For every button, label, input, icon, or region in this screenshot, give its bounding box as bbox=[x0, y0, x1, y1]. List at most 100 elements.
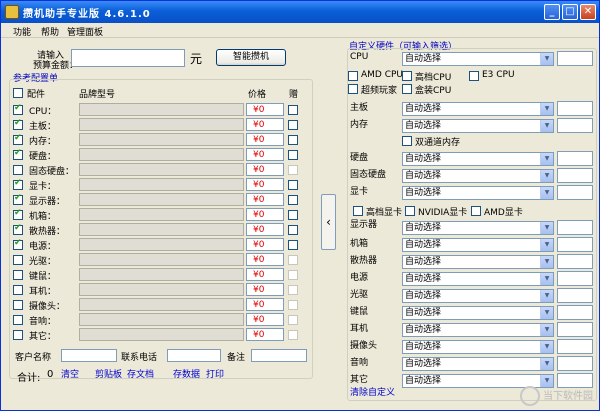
ref-row-checkbox[interactable] bbox=[13, 178, 23, 190]
ref-row-checkbox[interactable] bbox=[13, 133, 23, 145]
boxed-cpu-label: 盒装CPU bbox=[415, 86, 452, 96]
high-cpu-checkbox[interactable] bbox=[402, 71, 412, 81]
ref-row-gift-checkbox[interactable] bbox=[288, 180, 298, 190]
custom-hw-select[interactable]: 自动选择 ▼ bbox=[402, 238, 554, 252]
ref-row-gift-checkbox[interactable] bbox=[288, 270, 298, 280]
customer-name-input[interactable] bbox=[61, 349, 117, 362]
ref-row-checkbox[interactable] bbox=[13, 118, 23, 130]
ref-row-label: 显示器： bbox=[29, 197, 66, 207]
custom-hw-qty[interactable] bbox=[557, 271, 593, 286]
print-link[interactable]: 打印 bbox=[206, 367, 224, 380]
gpu-select[interactable]: 自动选择 ▼ bbox=[402, 186, 554, 200]
ref-row-price: ¥0 bbox=[246, 208, 284, 221]
ssd-select[interactable]: 自动选择 ▼ bbox=[402, 169, 554, 183]
high-gpu-checkbox[interactable] bbox=[353, 206, 363, 216]
mem-select[interactable]: 自动选择 ▼ bbox=[402, 119, 554, 133]
custom-hw-qty[interactable] bbox=[557, 339, 593, 354]
ref-row-gift-checkbox[interactable] bbox=[288, 255, 298, 265]
ref-row-brand bbox=[79, 208, 244, 221]
maximize-button[interactable]: □ bbox=[562, 4, 578, 20]
amd-gpu-checkbox[interactable] bbox=[471, 206, 481, 216]
custom-hw-select[interactable]: 自动选择 ▼ bbox=[402, 289, 554, 303]
collapse-pane-button[interactable]: ‹ bbox=[321, 194, 336, 250]
ref-row-gift-checkbox[interactable] bbox=[288, 330, 298, 340]
custom-hw-select[interactable]: 自动选择 ▼ bbox=[402, 306, 554, 320]
custom-hw-qty[interactable] bbox=[557, 220, 593, 235]
ref-row-gift-checkbox[interactable] bbox=[288, 240, 298, 250]
custom-hw-select[interactable]: 自动选择 ▼ bbox=[402, 221, 554, 235]
ref-row-gift-checkbox[interactable] bbox=[288, 225, 298, 235]
clear-custom-link[interactable]: 清除自定义 bbox=[350, 385, 395, 398]
cpu-select[interactable]: 自动选择 ▼ bbox=[402, 52, 554, 66]
custom-hw-qty[interactable] bbox=[557, 254, 593, 269]
custom-hw-qty[interactable] bbox=[557, 322, 593, 337]
smart-build-button[interactable]: 智能攒机 bbox=[216, 49, 286, 66]
custom-hw-qty[interactable] bbox=[557, 356, 593, 371]
dual-channel-checkbox[interactable] bbox=[402, 136, 412, 146]
custom-hw-select[interactable]: 自动选择 ▼ bbox=[402, 255, 554, 269]
ref-row-checkbox[interactable] bbox=[13, 315, 23, 325]
ref-row-checkbox[interactable] bbox=[13, 223, 23, 235]
ref-row-checkbox[interactable] bbox=[13, 330, 23, 340]
custom-hw-qty[interactable] bbox=[557, 305, 593, 320]
clipboard-link[interactable]: 剪贴板 bbox=[95, 367, 122, 380]
dropdown-arrow-icon: ▼ bbox=[540, 273, 553, 285]
ref-row-checkbox[interactable] bbox=[13, 165, 23, 175]
mb-qty[interactable] bbox=[557, 101, 593, 116]
ref-row-checkbox[interactable] bbox=[13, 285, 23, 295]
ref-row-price: ¥0 bbox=[246, 223, 284, 236]
save-doc-link[interactable]: 存文档 bbox=[127, 367, 154, 380]
select-all-checkbox[interactable] bbox=[13, 88, 23, 98]
ref-row-gift-checkbox[interactable] bbox=[288, 285, 298, 295]
custom-hw-select[interactable]: 自动选择 ▼ bbox=[402, 357, 554, 371]
menu-admin-panel[interactable]: 管理面板 bbox=[67, 25, 103, 38]
ref-row-gift-checkbox[interactable] bbox=[288, 120, 298, 130]
cpu-label: CPU bbox=[350, 52, 369, 62]
close-button[interactable]: ✕ bbox=[580, 4, 596, 20]
ref-row-gift-checkbox[interactable] bbox=[288, 195, 298, 205]
ref-row-checkbox[interactable] bbox=[13, 193, 23, 205]
ref-row-checkbox[interactable] bbox=[13, 238, 23, 250]
save-data-link[interactable]: 存数据 bbox=[173, 367, 200, 380]
amd-cpu-checkbox[interactable] bbox=[348, 71, 358, 81]
menu-help[interactable]: 帮助 bbox=[41, 25, 59, 38]
menu-function[interactable]: 功能 bbox=[13, 25, 31, 38]
note-input[interactable] bbox=[251, 349, 307, 362]
custom-hw-qty[interactable] bbox=[557, 288, 593, 303]
ref-row-brand bbox=[79, 223, 244, 236]
phone-input[interactable] bbox=[167, 349, 221, 362]
e3-cpu-checkbox[interactable] bbox=[469, 71, 479, 81]
custom-hw-select[interactable]: 自动选择 ▼ bbox=[402, 272, 554, 286]
ref-row-checkbox[interactable] bbox=[13, 103, 23, 115]
boxed-cpu-checkbox[interactable] bbox=[402, 84, 412, 94]
ref-row-checkbox[interactable] bbox=[13, 148, 23, 160]
nvidia-gpu-checkbox[interactable] bbox=[405, 206, 415, 216]
ref-row-checkbox[interactable] bbox=[13, 300, 23, 310]
ref-row-checkbox[interactable] bbox=[13, 270, 23, 280]
ref-row-gift-checkbox[interactable] bbox=[288, 150, 298, 160]
clear-link[interactable]: 清空 bbox=[61, 367, 79, 380]
custom-hw-qty[interactable] bbox=[557, 237, 593, 252]
budget-input[interactable] bbox=[71, 49, 185, 67]
ref-row-gift-checkbox[interactable] bbox=[288, 165, 298, 175]
ref-row-checkbox[interactable] bbox=[13, 208, 23, 220]
ref-row-gift-checkbox[interactable] bbox=[288, 105, 298, 115]
ssd-qty[interactable] bbox=[557, 168, 593, 183]
custom-hw-select-value: 自动选择 bbox=[405, 291, 442, 301]
ref-row-gift-checkbox[interactable] bbox=[288, 300, 298, 310]
ref-row-checkbox[interactable] bbox=[13, 255, 23, 265]
mem-qty[interactable] bbox=[557, 118, 593, 133]
custom-hw-select[interactable]: 自动选择 ▼ bbox=[402, 323, 554, 337]
custom-hw-select[interactable]: 自动选择 ▼ bbox=[402, 340, 554, 354]
ref-row-gift-checkbox[interactable] bbox=[288, 315, 298, 325]
gpu-qty[interactable] bbox=[557, 185, 593, 200]
ref-row-price: ¥0 bbox=[246, 133, 284, 146]
overclock-checkbox[interactable] bbox=[348, 84, 358, 94]
ref-row-gift-checkbox[interactable] bbox=[288, 135, 298, 145]
ref-row-gift-checkbox[interactable] bbox=[288, 210, 298, 220]
hdd-qty[interactable] bbox=[557, 151, 593, 166]
cpu-qty[interactable] bbox=[557, 51, 593, 66]
minimize-button[interactable]: _ bbox=[544, 4, 560, 20]
mb-select[interactable]: 自动选择 ▼ bbox=[402, 102, 554, 116]
hdd-select[interactable]: 自动选择 ▼ bbox=[402, 152, 554, 166]
